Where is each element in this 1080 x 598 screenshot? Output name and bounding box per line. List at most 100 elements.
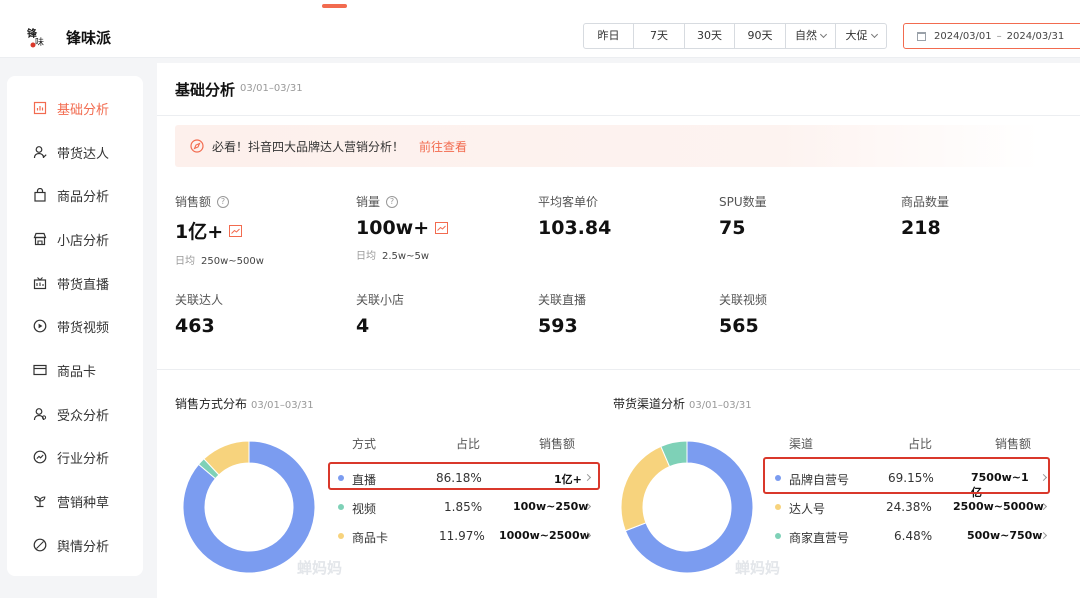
sidebar-item-audience[interactable]: 受众分析	[7, 399, 143, 429]
notice-text: 必看！抖音四大品牌达人营销分析！	[212, 139, 405, 154]
sidebar-item-label: 营销种草	[57, 495, 110, 511]
card-icon	[33, 363, 47, 377]
sidebar-item-industry[interactable]: 行业分析	[7, 442, 143, 472]
help-icon[interactable]: ?	[217, 195, 230, 208]
sentiment-icon	[33, 538, 47, 552]
row-name: 商家直营号	[789, 531, 850, 545]
sidebar-item-products[interactable]: 商品分析	[7, 180, 143, 210]
range-yesterday-button[interactable]: 昨日	[584, 24, 634, 48]
user-icon	[33, 145, 47, 159]
sidebar-item-videos[interactable]: 带货视频	[7, 311, 143, 341]
sidebar-item-stores[interactable]: 小店分析	[7, 224, 143, 254]
metric-label: 销售额	[175, 195, 212, 209]
metric-videos: 关联视频 565	[719, 291, 889, 337]
table-row[interactable]: 商品卡 11.97% 1000w~2500w	[320, 523, 600, 549]
sidebar-item-live[interactable]: 带货直播	[7, 268, 143, 298]
row-amount: 1000w~2500w	[499, 529, 590, 542]
channel-title: 带货渠道分析 03/01–03/31	[613, 395, 752, 412]
sidebar-item-sentiment[interactable]: 舆情分析	[7, 530, 143, 560]
watermark-text: 蝉妈妈	[735, 559, 781, 577]
trend-icon	[33, 450, 47, 464]
metric-label: SPU数量	[719, 195, 767, 209]
row-amount: 100w~250w	[513, 500, 589, 513]
section-title-text: 销售方式分布	[175, 397, 248, 411]
sidebar-item-label: 基础分析	[57, 102, 110, 118]
help-icon[interactable]: ?	[386, 195, 399, 208]
metric-spu-count: SPU数量 75	[719, 193, 889, 239]
bag-icon	[33, 188, 47, 202]
metric-label: 关联达人	[175, 293, 224, 307]
date-start: 2024/03/01	[934, 30, 992, 42]
divider	[157, 115, 1080, 116]
sidebar-item-label: 带货直播	[57, 277, 110, 293]
metric-label: 销量	[356, 195, 381, 209]
natural-dropdown[interactable]: 自然	[786, 24, 836, 48]
date-range-selector: 昨日 7天 30天 90天 自然 大促	[583, 23, 887, 49]
row-share: 6.48%	[894, 529, 933, 543]
table-header-method: 方式	[352, 437, 377, 451]
metric-label: 关联视频	[719, 293, 768, 307]
sidebar-item-influencers[interactable]: 带货达人	[7, 137, 143, 167]
date-separator: –	[996, 30, 1002, 42]
legend-dot	[775, 533, 781, 539]
watermark-text: 蝉妈妈	[297, 559, 343, 577]
app-title: 锋味派	[66, 29, 112, 47]
chart-icon	[33, 101, 47, 115]
metric-label: 平均客单价	[538, 195, 599, 209]
sales-method-donut-chart	[182, 440, 316, 574]
row-name: 商品卡	[352, 531, 389, 545]
natural-dropdown-label: 自然	[795, 29, 817, 42]
sidebar-item-product-card[interactable]: 商品卡	[7, 355, 143, 385]
row-amount: 2500w~5000w	[953, 500, 1044, 513]
sidebar-item-label: 商品卡	[57, 364, 97, 380]
live-icon	[33, 276, 47, 290]
main-panel: 基础分析 03/01–03/31 必看！抖音四大品牌达人营销分析！ 前往查看 销…	[157, 63, 1080, 598]
metric-lives: 关联直播 593	[538, 291, 708, 337]
metric-sub-value: 250w~500w	[201, 256, 264, 267]
chevron-down-icon	[870, 30, 878, 39]
range-90d-button[interactable]: 90天	[735, 24, 786, 48]
store-icon	[33, 232, 47, 246]
table-row[interactable]: 视频 1.85% 100w~250w	[320, 494, 600, 520]
donut-slice-达人号[interactable]	[620, 445, 671, 532]
table-header-amount: 销售额	[539, 437, 576, 451]
row-share: 24.38%	[886, 500, 932, 514]
promo-dropdown[interactable]: 大促	[836, 24, 886, 48]
sidebar-item-label: 小店分析	[57, 233, 110, 249]
table-header-amount: 销售额	[995, 437, 1032, 451]
sidebar-item-marketing[interactable]: 营销种草	[7, 486, 143, 516]
range-30d-button[interactable]: 30天	[685, 24, 735, 48]
row-amount: 500w~750w	[967, 529, 1043, 542]
legend-dot	[775, 504, 781, 510]
range-7d-button[interactable]: 7天	[634, 24, 685, 48]
trend-chart-icon[interactable]	[435, 222, 449, 234]
table-row[interactable]: 商家直营号 6.48% 500w~750w	[757, 523, 1048, 549]
channel-donut-chart	[620, 440, 754, 574]
sidebar-item-label: 行业分析	[57, 451, 110, 467]
metric-value: 463	[175, 315, 215, 337]
sidebar-item-label: 带货视频	[57, 320, 110, 336]
metric-value: 593	[538, 315, 578, 337]
date-picker[interactable]: 2024/03/01 – 2024/03/31	[903, 23, 1080, 49]
promo-dropdown-label: 大促	[845, 29, 868, 42]
notice-link[interactable]: 前往查看	[419, 138, 467, 155]
svg-text:味: 味	[35, 36, 44, 48]
calendar-icon	[917, 31, 926, 41]
metric-sub-label: 日均	[356, 251, 376, 262]
metric-value: 565	[719, 315, 759, 337]
sidebar-item-basic-analysis[interactable]: 基础分析	[7, 93, 143, 123]
metric-sub-value: 2.5w~5w	[382, 251, 430, 262]
metric-volume: 销量? 100w+ 日均 2.5w~5w	[356, 193, 526, 262]
compass-icon	[190, 139, 204, 153]
metric-sales: 销售额? 1亿+ 日均 250w~500w	[175, 193, 345, 267]
table-header-channel: 渠道	[789, 437, 814, 451]
date-end: 2024/03/31	[1006, 30, 1065, 42]
table-row[interactable]: 达人号 24.38% 2500w~5000w	[757, 494, 1048, 520]
audience-icon	[33, 407, 47, 421]
trend-chart-icon[interactable]	[229, 224, 243, 237]
metric-value: 75	[719, 217, 746, 239]
row-name: 视频	[352, 502, 377, 516]
top-bar: 锋 味 锋味派 昨日 7天 30天 90天 自然 大促 2024/03/01 –…	[0, 0, 1080, 58]
highlight-box	[328, 462, 600, 490]
row-share: 1.85%	[444, 500, 483, 514]
